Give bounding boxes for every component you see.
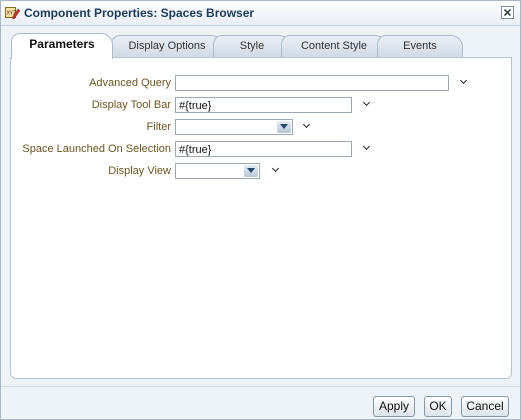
cancel-button[interactable]: Cancel [461, 396, 509, 417]
display-view-dropdown-icon[interactable] [244, 165, 258, 177]
ok-button[interactable]: OK [424, 396, 452, 417]
display-view-label-cell: Display View [11, 162, 171, 182]
display-tool-bar-chevron-icon[interactable] [363, 99, 373, 109]
filter-select[interactable] [175, 119, 293, 135]
tab-strip: Parameters Display Options Style Content… [9, 33, 514, 59]
apply-button[interactable]: Apply [373, 396, 415, 417]
advanced-query-label-cell: Advanced Query [11, 74, 171, 94]
advanced-query-label: Advanced Query [89, 77, 171, 89]
display-view-chevron-icon[interactable] [272, 165, 282, 175]
filter-dropdown-icon[interactable] [277, 121, 291, 133]
advanced-query-field[interactable] [175, 75, 449, 91]
advanced-query-chevron-icon[interactable] [460, 77, 470, 87]
display-view-label: Display View [108, 165, 171, 177]
filter-label-cell: Filter [11, 118, 171, 138]
display-tool-bar-label-cell: Display Tool Bar [11, 96, 171, 116]
display-tool-bar-label: Display Tool Bar [91, 99, 171, 111]
button-bar: Apply OK Cancel [1, 386, 520, 420]
edit-properties-icon: XYZ [5, 7, 20, 19]
space-launched-label: Space Launched On Selection [22, 143, 171, 155]
space-launched-chevron-icon[interactable] [363, 143, 373, 153]
tab-parameters[interactable]: Parameters [11, 33, 113, 59]
filter-chevron-icon[interactable] [303, 121, 313, 131]
component-properties-dialog: XYZ Component Properties: Spaces Browser… [0, 0, 521, 420]
dialog-title: Component Properties: Spaces Browser [24, 6, 255, 20]
filter-label: Filter [146, 121, 171, 133]
space-launched-label-cell: Space Launched On Selection [11, 140, 171, 160]
title-bar: XYZ Component Properties: Spaces Browser [1, 1, 520, 26]
space-launched-field[interactable]: #{true} [175, 141, 352, 157]
tab-events[interactable]: Events [377, 35, 463, 58]
display-tool-bar-field[interactable]: #{true} [175, 97, 352, 113]
tab-style[interactable]: Style [213, 35, 291, 58]
close-icon[interactable] [501, 6, 514, 19]
tab-content-style[interactable]: Content Style [281, 35, 387, 58]
parameters-panel: Advanced Query Display Tool Bar #{true} … [10, 57, 512, 379]
display-view-select[interactable] [175, 163, 260, 179]
tab-display-options[interactable]: Display Options [111, 35, 223, 58]
